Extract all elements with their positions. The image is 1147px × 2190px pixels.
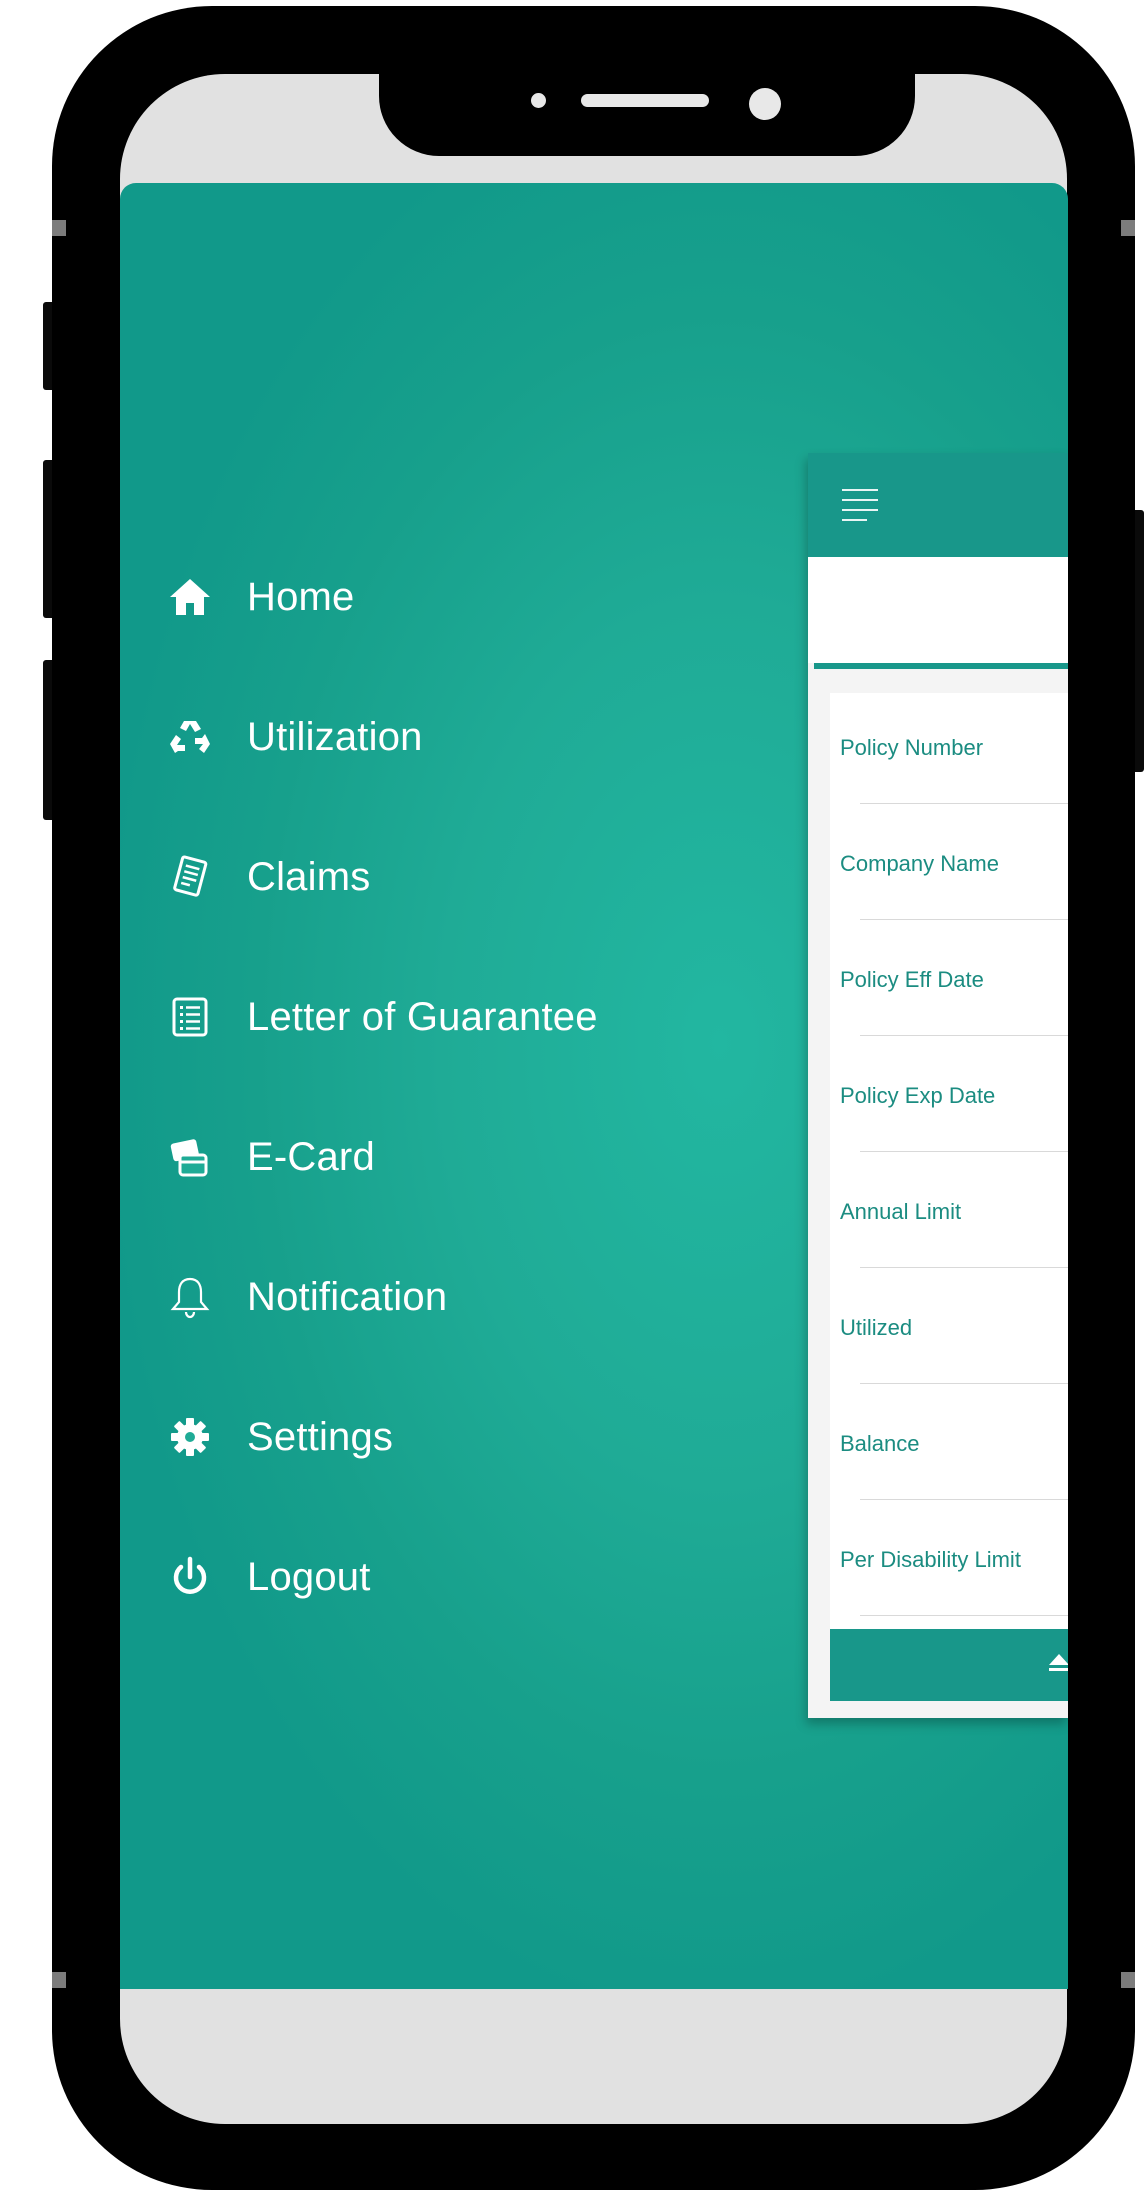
field-label: Utilized bbox=[840, 1315, 913, 1340]
field-label: Annual Limit bbox=[840, 1199, 962, 1224]
menu-item-notification[interactable]: Notification bbox=[165, 1262, 447, 1332]
menu-item-label: Settings bbox=[247, 1414, 394, 1459]
field-policy-exp-date: Policy Exp Date bbox=[830, 1041, 1068, 1157]
divider bbox=[860, 1151, 1068, 1152]
menu-item-utilization[interactable]: Utilization bbox=[165, 702, 423, 772]
field-label: Policy Exp Date bbox=[840, 1083, 996, 1108]
notch bbox=[379, 74, 915, 156]
menu-item-home[interactable]: Home bbox=[165, 562, 355, 632]
divider bbox=[860, 1383, 1068, 1384]
frame-edge-mark bbox=[52, 220, 66, 236]
menu-item-label: Notification bbox=[247, 1274, 448, 1319]
menu-item-claims[interactable]: Claims bbox=[165, 842, 370, 912]
divider bbox=[860, 1615, 1068, 1616]
field-policy-number: Policy Number bbox=[830, 693, 1068, 809]
menu-item-label: Claims bbox=[247, 854, 371, 899]
field-company-name: Company Name bbox=[830, 809, 1068, 925]
main-screen-preview[interactable]: Policy Number Company Name Policy Eff Da… bbox=[808, 453, 1068, 1718]
card-icon bbox=[165, 1132, 215, 1182]
menu-item-logout[interactable]: Logout bbox=[165, 1542, 371, 1612]
bell-icon bbox=[165, 1272, 215, 1322]
eject-icon bbox=[1049, 1654, 1068, 1671]
menu-item-label: Utilization bbox=[247, 714, 423, 759]
receipt-icon bbox=[165, 852, 215, 902]
recycle-icon bbox=[165, 712, 215, 762]
field-label: Per Disability Limit bbox=[840, 1547, 1021, 1572]
menu-item-label: Home bbox=[247, 574, 355, 619]
policy-details-list: Policy Number Company Name Policy Eff Da… bbox=[830, 693, 1068, 1629]
field-balance: Balance bbox=[830, 1389, 1068, 1505]
menu-item-label: E-Card bbox=[247, 1134, 375, 1179]
menu-item-settings[interactable]: Settings bbox=[165, 1402, 393, 1472]
gear-icon bbox=[165, 1412, 215, 1462]
field-annual-limit: Annual Limit bbox=[830, 1157, 1068, 1273]
divider bbox=[860, 1267, 1068, 1268]
menu-item-label: Letter of Guarantee bbox=[247, 994, 598, 1039]
document-list-icon bbox=[165, 992, 215, 1042]
field-utilized: Utilized bbox=[830, 1273, 1068, 1389]
front-camera bbox=[749, 88, 781, 120]
menu-item-label: Logout bbox=[247, 1554, 371, 1599]
frame-edge-mark bbox=[1121, 1972, 1135, 1988]
field-label: Balance bbox=[840, 1431, 920, 1456]
home-icon bbox=[165, 572, 215, 622]
power-icon bbox=[165, 1552, 215, 1602]
divider bbox=[860, 1035, 1068, 1036]
field-label: Company Name bbox=[840, 851, 999, 876]
hamburger-menu-icon[interactable] bbox=[842, 489, 878, 525]
divider bbox=[860, 803, 1068, 804]
header-underline bbox=[814, 663, 1068, 669]
frame-edge-mark bbox=[52, 1972, 66, 1988]
field-per-disability-limit: Per Disability Limit bbox=[830, 1505, 1068, 1621]
field-policy-eff-date: Policy Eff Date bbox=[830, 925, 1068, 1041]
field-label: Policy Number bbox=[840, 735, 984, 760]
menu-item-letter-of-guarantee[interactable]: Letter of Guarantee bbox=[165, 982, 598, 1052]
header-content-area bbox=[808, 557, 1068, 663]
speaker-grille bbox=[581, 94, 709, 107]
divider bbox=[860, 1499, 1068, 1500]
field-label: Policy Eff Date bbox=[840, 967, 984, 992]
divider bbox=[860, 919, 1068, 920]
card-footer-bar[interactable] bbox=[830, 1629, 1068, 1701]
sensor-dot bbox=[531, 93, 546, 108]
frame-edge-mark bbox=[1121, 220, 1135, 236]
menu-item-e-card[interactable]: E-Card bbox=[165, 1122, 375, 1192]
app-header bbox=[808, 453, 1068, 557]
